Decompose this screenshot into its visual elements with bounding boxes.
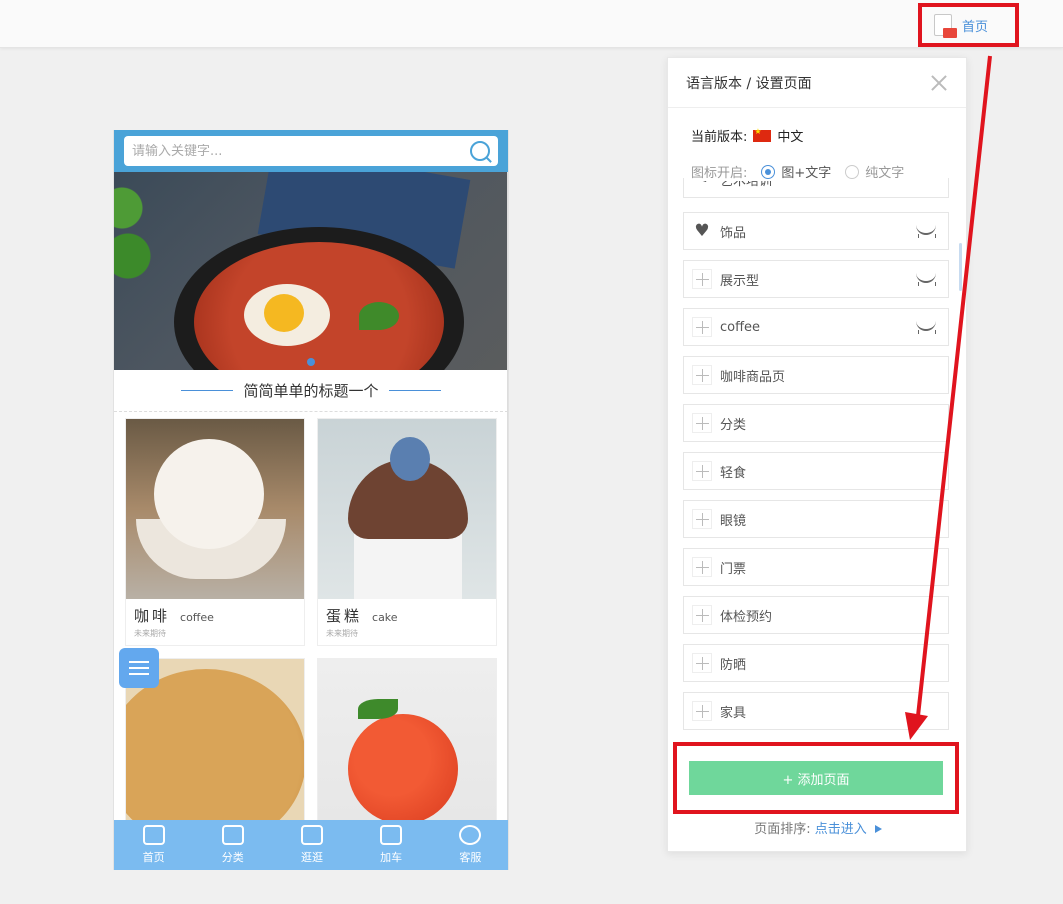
arrow-head bbox=[905, 712, 928, 740]
arrow-line bbox=[916, 55, 992, 717]
annotation-arrow bbox=[905, 55, 992, 740]
